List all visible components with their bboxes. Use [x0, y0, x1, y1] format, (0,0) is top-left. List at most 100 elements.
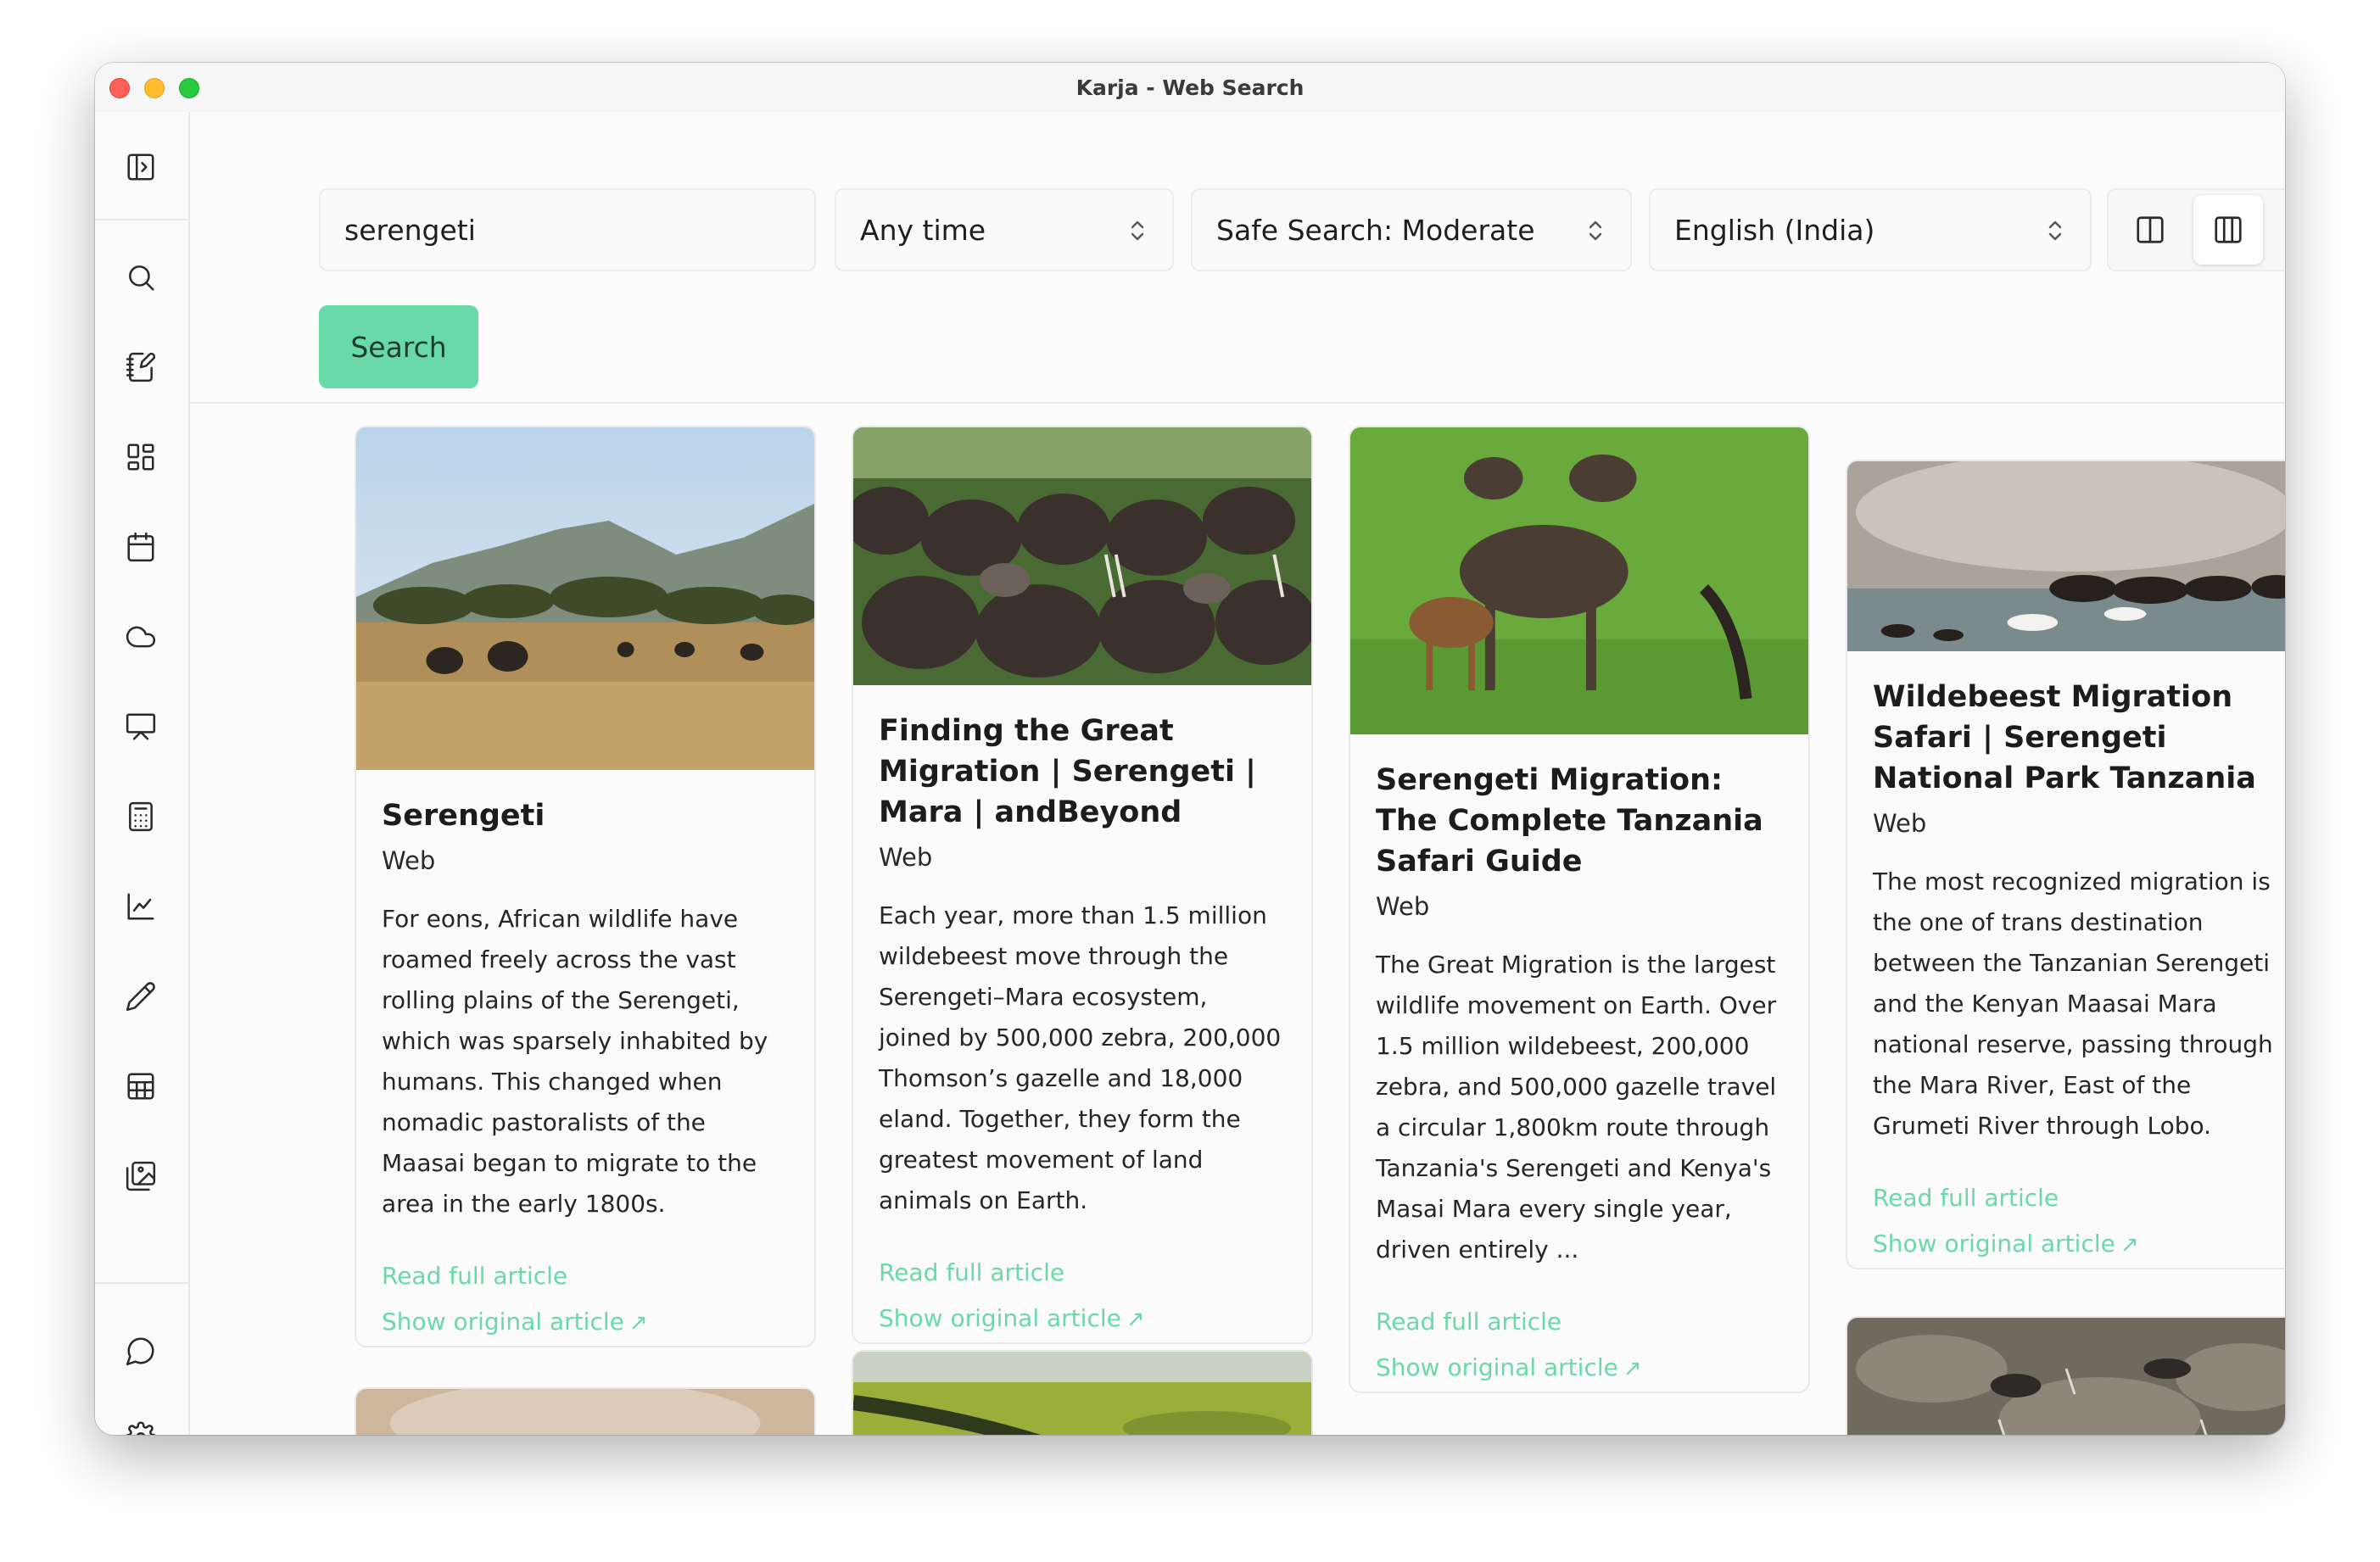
show-original-article-link[interactable]: Show original article ↗ [382, 1299, 789, 1346]
sidebar [95, 112, 190, 1435]
search-toolbar: serengeti Any time Safe Search: Moderate… [190, 112, 2285, 356]
external-link-icon: ↗ [1126, 1307, 1145, 1332]
read-full-article-link[interactable]: Read full article [1376, 1299, 1783, 1345]
safe-search-value: Safe Search: Moderate [1216, 213, 1535, 247]
result-source: Web [1873, 809, 1927, 838]
show-original-article-link[interactable]: Show original article ↗ [879, 1296, 1286, 1342]
external-link-icon: ↗ [629, 1310, 648, 1336]
language-select[interactable]: English (India) [1649, 188, 2092, 271]
sidebar-item-cloud[interactable] [118, 614, 164, 660]
read-full-article-link[interactable]: Read full article [1873, 1175, 2280, 1221]
time-filter-value: Any time [860, 213, 986, 247]
result-card: Finding the Great Migration | Serengeti … [852, 426, 1313, 1344]
line-chart-icon [127, 893, 154, 920]
image-gallery-icon [126, 1161, 156, 1191]
search-input[interactable]: serengeti [319, 188, 816, 271]
result-image[interactable] [1847, 461, 2285, 651]
result-title[interactable]: Wildebeest Migration Safari | Serengeti … [1873, 677, 2280, 799]
four-column-view-button[interactable] [2271, 195, 2285, 265]
table-icon [127, 1073, 154, 1100]
result-image[interactable] [356, 1389, 814, 1435]
result-card [852, 1350, 1313, 1435]
title-bar: Karja - Web Search [95, 63, 2285, 112]
show-original-article-link[interactable]: Show original article ↗ [1376, 1345, 1783, 1392]
show-original-article-label: Show original article [1376, 1353, 1618, 1381]
two-column-view-button[interactable] [2115, 195, 2185, 265]
calculator-icon [129, 801, 153, 832]
sidebar-divider [95, 219, 188, 220]
result-snippet: The Great Migration is the largest wildl… [1376, 951, 1777, 1264]
zoom-window-button[interactable] [179, 78, 199, 98]
gear-icon [126, 1421, 156, 1435]
close-window-button[interactable] [109, 78, 130, 98]
cloud-icon [126, 626, 156, 648]
results-grid: Serengeti Web For eons, African wildlife… [190, 404, 2285, 1435]
sidebar-toggle-icon [127, 153, 154, 181]
external-link-icon: ↗ [1623, 1356, 1642, 1381]
result-title[interactable]: Finding the Great Migration | Serengeti … [879, 711, 1286, 833]
select-chevron-icon [1589, 220, 1602, 241]
show-original-article-label: Show original article [879, 1304, 1121, 1332]
window-title: Karja - Web Search [1075, 75, 1305, 100]
result-image[interactable] [1350, 427, 1808, 734]
minimize-window-button[interactable] [144, 78, 165, 98]
sidebar-divider [95, 1282, 188, 1284]
sidebar-item-calculator[interactable] [118, 794, 164, 840]
result-title[interactable]: Serengeti Migration: The Complete Tanzan… [1376, 760, 1783, 882]
search-icon [129, 265, 154, 291]
chat-icon [126, 1337, 154, 1366]
result-snippet: The most recognized migration is the one… [1873, 867, 2273, 1140]
read-full-article-link[interactable]: Read full article [879, 1250, 1286, 1296]
result-image[interactable] [853, 1352, 1311, 1435]
select-chevron-icon [1131, 220, 1144, 241]
sidebar-item-table[interactable] [118, 1063, 164, 1109]
result-image[interactable] [853, 427, 1311, 685]
sidebar-item-dashboard[interactable] [118, 434, 164, 480]
two-column-icon [2137, 216, 2164, 243]
safe-search-select[interactable]: Safe Search: Moderate [1191, 188, 1632, 271]
result-card: Wildebeest Migration Safari | Serengeti … [1846, 460, 2285, 1269]
search-button[interactable]: Search [319, 305, 478, 388]
result-card: Serengeti Web For eons, African wildlife… [355, 426, 816, 1347]
three-column-icon [2215, 216, 2242, 243]
result-card [1846, 1316, 2285, 1435]
pencil-icon [126, 982, 155, 1012]
show-original-article-link[interactable]: Show original article ↗ [1873, 1221, 2280, 1268]
sidebar-item-calendar[interactable] [118, 524, 164, 570]
sidebar-item-presentation[interactable] [118, 704, 164, 750]
external-link-icon: ↗ [2120, 1232, 2139, 1258]
app-window: Karja - Web Search serengeti Any time Sa… [95, 63, 2285, 1435]
select-chevron-icon [2048, 220, 2062, 241]
notebook-pen-icon [126, 352, 156, 382]
read-full-article-link[interactable]: Read full article [382, 1253, 789, 1299]
sidebar-item-chat[interactable] [118, 1328, 164, 1374]
result-image[interactable] [356, 427, 814, 770]
result-card: Serengeti Migration: The Complete Tanzan… [1349, 426, 1810, 1393]
show-original-article-label: Show original article [1873, 1230, 2115, 1258]
result-source: Web [879, 843, 933, 872]
calendar-icon [127, 532, 154, 562]
presentation-icon [126, 713, 156, 740]
result-source: Web [1376, 892, 1430, 921]
dashboard-icon [127, 443, 154, 471]
sidebar-toggle-button[interactable] [118, 144, 164, 190]
result-card [355, 1387, 816, 1435]
column-view-switcher [2107, 188, 2285, 271]
sidebar-item-pencil[interactable] [118, 973, 164, 1019]
search-input-value: serengeti [344, 213, 476, 247]
result-snippet: For eons, African wildlife have roamed f… [382, 905, 768, 1218]
sidebar-item-notes[interactable] [118, 344, 164, 390]
sidebar-item-gallery[interactable] [118, 1153, 164, 1199]
sidebar-item-search[interactable] [118, 254, 164, 300]
sidebar-item-settings[interactable] [118, 1414, 164, 1435]
three-column-view-button[interactable] [2193, 195, 2263, 265]
result-snippet: Each year, more than 1.5 million wildebe… [879, 901, 1282, 1214]
sidebar-item-chart[interactable] [118, 884, 164, 929]
show-original-article-label: Show original article [382, 1308, 624, 1336]
language-value: English (India) [1674, 213, 1875, 247]
result-source: Web [382, 846, 436, 875]
result-title[interactable]: Serengeti [382, 795, 789, 836]
window-controls [109, 78, 199, 98]
result-image[interactable] [1847, 1318, 2285, 1435]
time-filter-select[interactable]: Any time [835, 188, 1174, 271]
